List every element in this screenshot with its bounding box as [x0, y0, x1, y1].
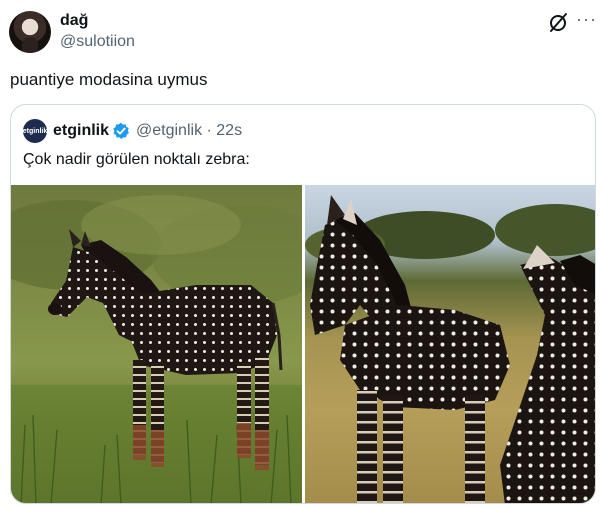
- zebra-photo-left[interactable]: [11, 185, 302, 503]
- quoted-handle-text[interactable]: @etginlik: [136, 122, 202, 139]
- author-avatar[interactable]: [9, 11, 51, 53]
- tweet-text: puantiye modasina uymus: [10, 70, 208, 89]
- zebra-photo-right[interactable]: [305, 185, 595, 503]
- author-handle[interactable]: @sulotiion: [60, 32, 135, 52]
- quoted-author-avatar[interactable]: etginlik: [23, 119, 47, 143]
- quoted-timestamp[interactable]: 22s: [216, 122, 242, 139]
- more-options-icon[interactable]: ···: [576, 10, 598, 32]
- grok-icon[interactable]: [547, 11, 569, 33]
- quoted-author-display-name[interactable]: etginlik: [53, 122, 109, 140]
- quoted-author-handle[interactable]: @etginlik · 22s: [136, 122, 242, 140]
- author-display-name[interactable]: dağ: [60, 11, 88, 31]
- quoted-tweet-text: Çok nadir görülen noktalı zebra:: [23, 151, 250, 168]
- separator-dot: ·: [202, 122, 217, 139]
- quoted-tweet-card[interactable]: etginlik etginlik @etginlik · 22s Çok na…: [10, 104, 596, 504]
- quoted-tweet-header: etginlik etginlik @etginlik · 22s: [23, 119, 242, 143]
- verified-badge-icon: [112, 122, 130, 140]
